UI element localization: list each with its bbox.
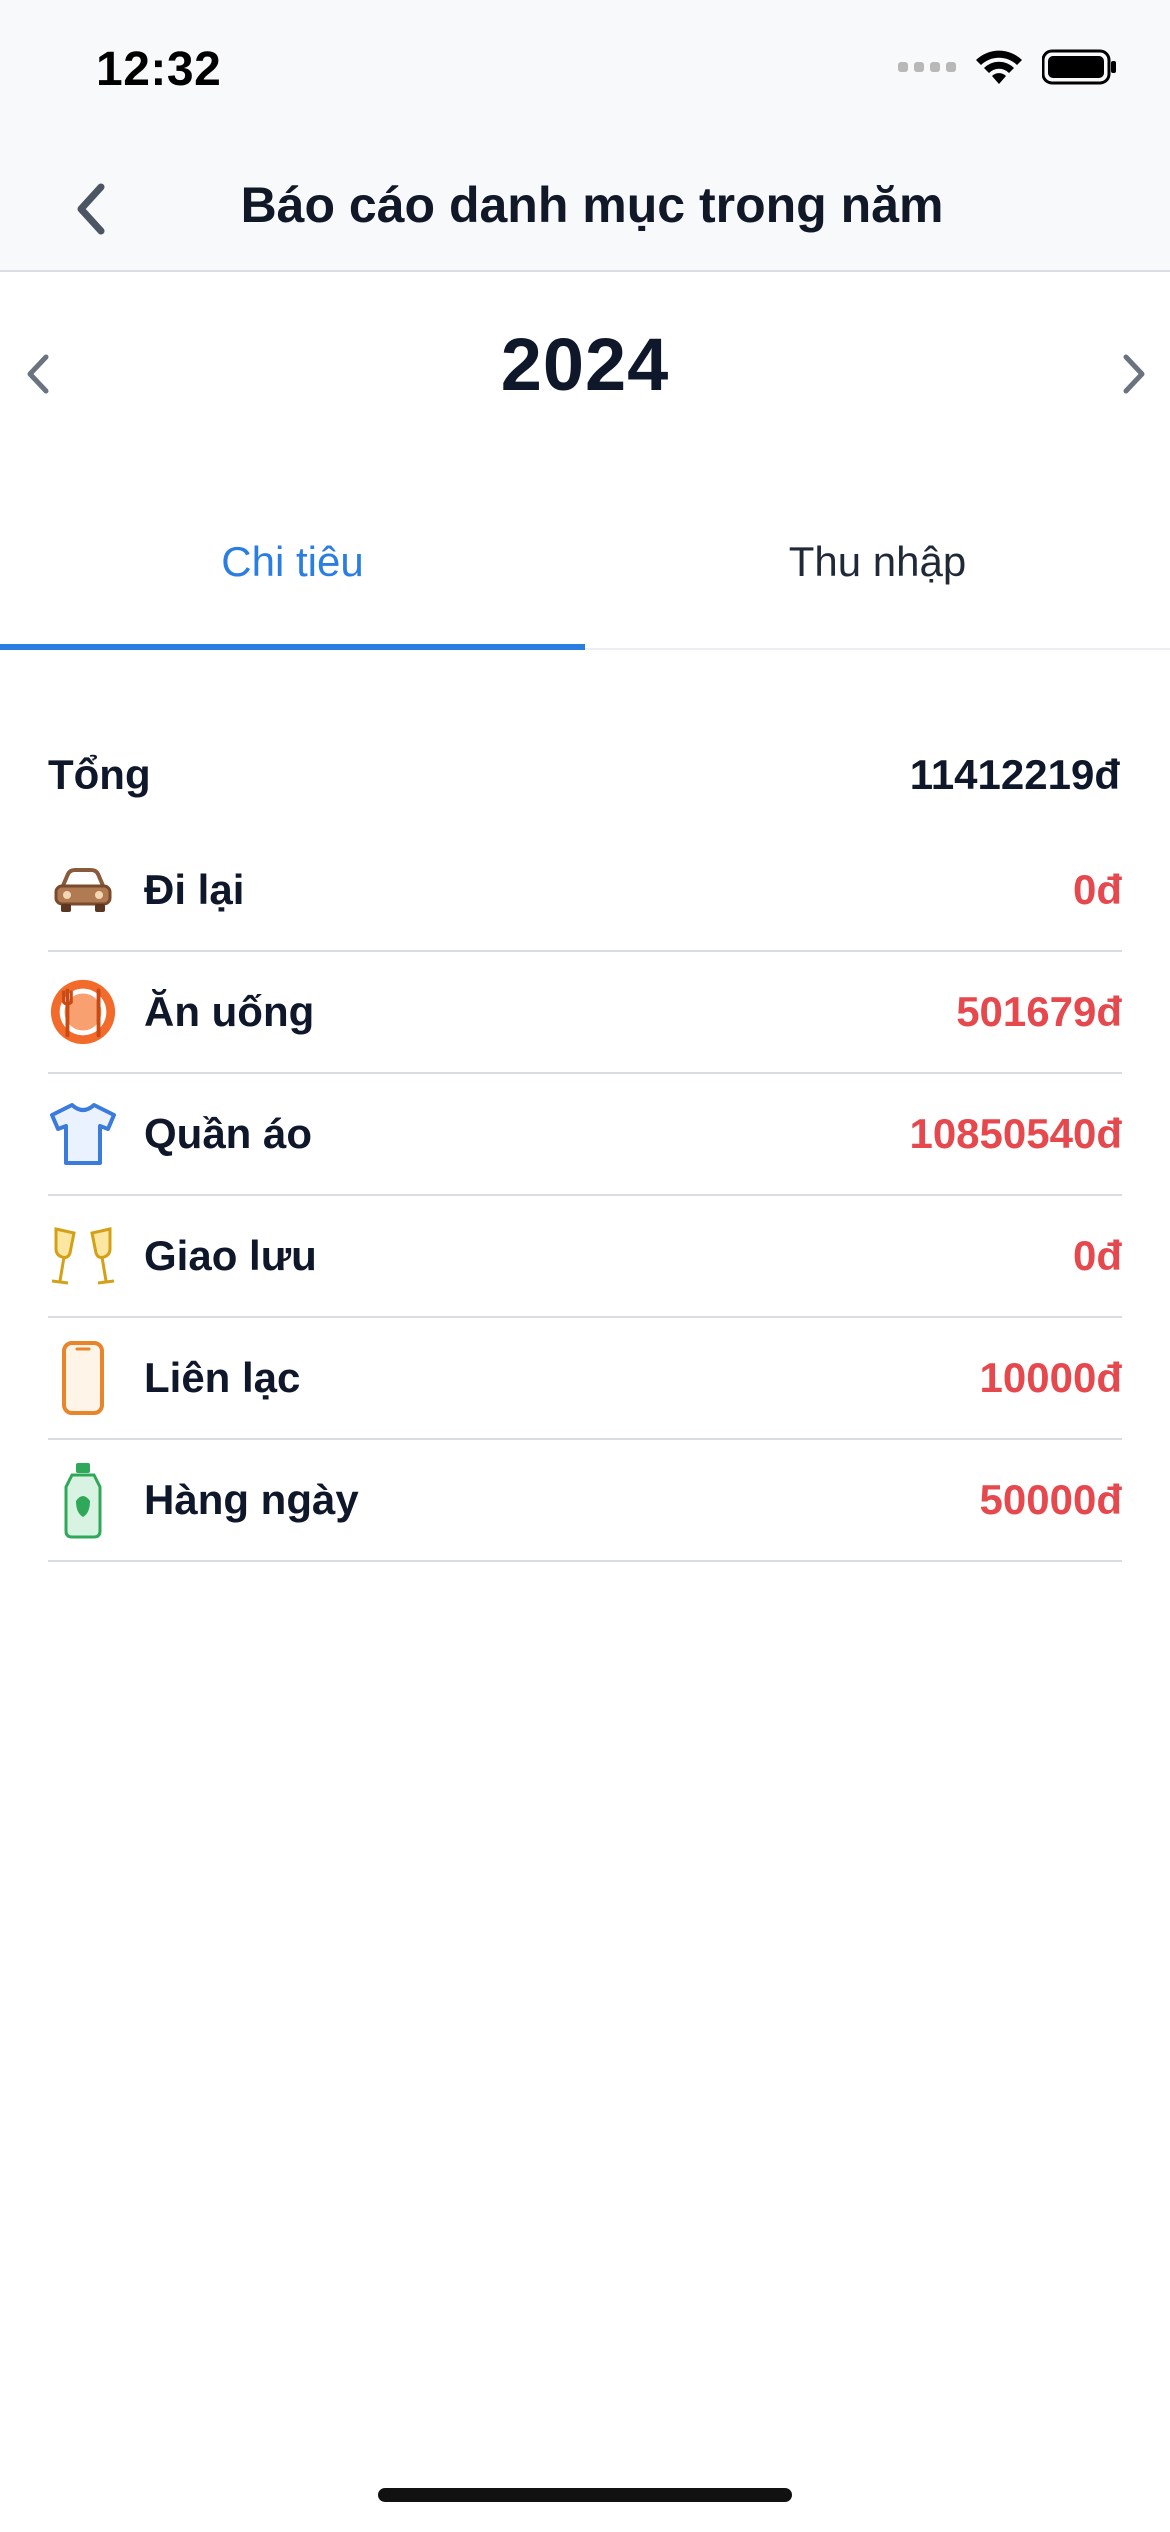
- tshirt-icon: [48, 1094, 118, 1174]
- category-name: Liên lạc: [144, 1354, 301, 1401]
- category-list: Đi lại 0đ Ăn uống 501679đ Quần áo 108505…: [48, 830, 1122, 1562]
- list-item[interactable]: Hàng ngày 50000đ: [48, 1440, 1122, 1562]
- category-amount: 10850540đ: [909, 1110, 1122, 1157]
- list-item[interactable]: Đi lại 0đ: [48, 830, 1122, 952]
- tab-expenses-label: Chi tiêu: [221, 538, 364, 585]
- category-amount: 501679đ: [956, 988, 1122, 1035]
- home-indicator[interactable]: [378, 2488, 792, 2502]
- car-icon: [48, 850, 118, 930]
- category-amount: 0đ: [1072, 866, 1122, 913]
- list-item[interactable]: Quần áo 10850540đ: [48, 1074, 1122, 1196]
- total-label: Tổng: [48, 751, 151, 798]
- category-amount: 50000đ: [979, 1476, 1122, 1523]
- tab-expenses[interactable]: Chi tiêu: [0, 500, 585, 650]
- status-icons: [898, 48, 1118, 86]
- total-row: Tổng 11412219đ: [48, 740, 1120, 810]
- category-amount: 10000đ: [979, 1354, 1122, 1401]
- toast-glasses-icon: [48, 1216, 118, 1296]
- tab-income[interactable]: Thu nhập: [585, 500, 1170, 648]
- nav-bar: Báo cáo danh mục trong năm: [0, 140, 1170, 272]
- next-year-button[interactable]: [1104, 344, 1164, 404]
- page-title: Báo cáo danh mục trong năm: [240, 177, 944, 233]
- category-name: Giao lưu: [144, 1232, 317, 1279]
- status-time: 12:32: [96, 43, 222, 96]
- chevron-right-icon: [1123, 354, 1145, 394]
- list-item[interactable]: Liên lạc 10000đ: [48, 1318, 1122, 1440]
- cellular-signal-icon: [898, 62, 956, 72]
- category-name: Ăn uống: [144, 988, 315, 1035]
- wifi-icon: [976, 50, 1022, 84]
- category-amount: 0đ: [1072, 1232, 1122, 1279]
- tab-bar: Chi tiêu Thu nhập: [0, 500, 1170, 650]
- phone-icon: [48, 1338, 118, 1418]
- year-selector: 2024: [0, 290, 1170, 460]
- category-name: Hàng ngày: [144, 1476, 359, 1523]
- tab-income-label: Thu nhập: [788, 538, 967, 585]
- year-label: 2024: [500, 323, 670, 406]
- category-name: Đi lại: [144, 866, 245, 913]
- category-name: Quần áo: [144, 1110, 313, 1157]
- battery-icon: [1042, 49, 1116, 85]
- detergent-bottle-icon: [48, 1460, 118, 1540]
- dining-plate-icon: [48, 972, 118, 1052]
- list-item[interactable]: Giao lưu 0đ: [48, 1196, 1122, 1318]
- list-item[interactable]: Ăn uống 501679đ: [48, 952, 1122, 1074]
- total-value: 11412219đ: [909, 751, 1120, 798]
- active-tab-indicator: [0, 644, 585, 650]
- status-bar: 12:32: [0, 0, 1170, 140]
